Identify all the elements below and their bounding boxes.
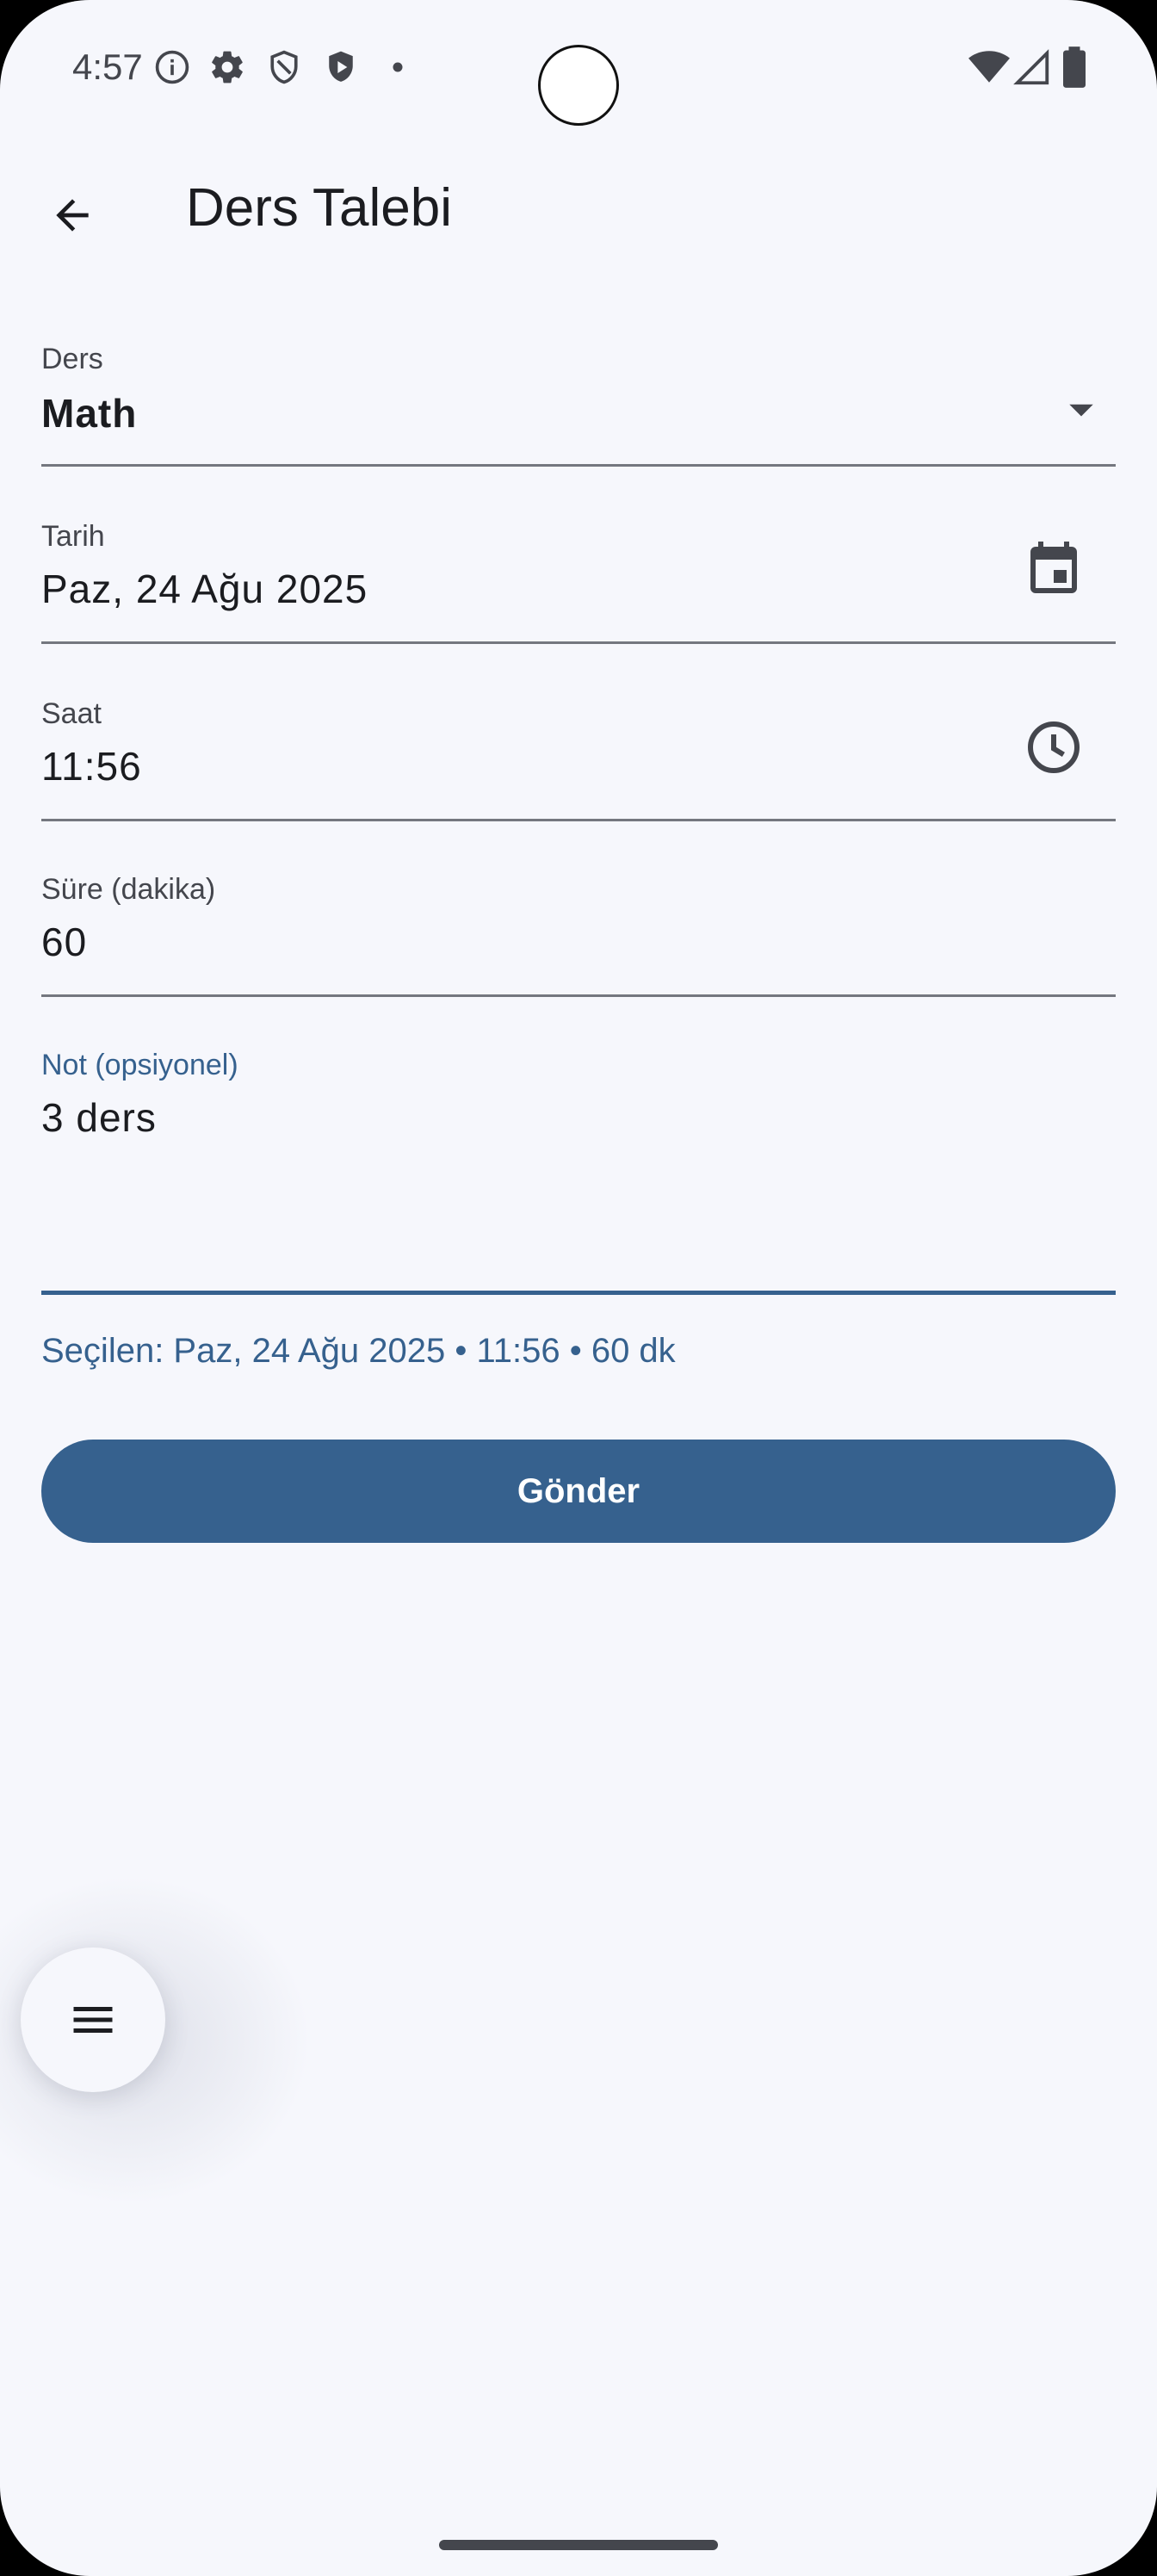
duration-value: 60 [41, 920, 88, 964]
page-title: Ders Talebi [186, 178, 453, 238]
wifi-icon [968, 51, 1010, 83]
course-value: Math [41, 391, 138, 436]
signal-icon [1013, 49, 1049, 85]
play-shield-icon [329, 51, 353, 82]
course-label: Ders [41, 343, 103, 375]
date-label: Tarih [41, 520, 105, 553]
time-label: Saat [41, 697, 102, 730]
course-dropdown[interactable]: Ders Math [41, 327, 1116, 467]
date-value: Paz, 24 Ağu 2025 [41, 567, 368, 611]
camera-cutout [538, 45, 619, 126]
submit-label: Gönder [517, 1471, 640, 1510]
menu-fab[interactable] [21, 1947, 165, 2092]
duration-label: Süre (dakika) [41, 873, 216, 906]
calendar-icon[interactable] [1023, 539, 1085, 601]
time-field[interactable]: Saat 11:56 [41, 682, 1116, 821]
info-icon [155, 50, 189, 84]
menu-icon [73, 2007, 113, 2033]
clock-icon[interactable] [1023, 716, 1085, 778]
back-button[interactable] [31, 174, 114, 257]
dot-icon [393, 62, 403, 72]
note-field[interactable]: Not (opsiyonel) 3 ders [41, 1033, 1116, 1295]
settings-icon [212, 51, 243, 84]
shield-icon [270, 50, 298, 84]
duration-field[interactable]: Süre (dakika) 60 [41, 858, 1116, 997]
status-time: 4:57 [72, 46, 143, 87]
status-bar: 4:57 [0, 0, 1157, 138]
time-value: 11:56 [41, 744, 142, 789]
battery-icon [1063, 46, 1086, 88]
submit-button[interactable]: Gönder [41, 1440, 1116, 1543]
app-bar: Ders Talebi [0, 155, 1157, 262]
selection-summary: Seçilen: Paz, 24 Ağu 2025 • 11:56 • 60 d… [41, 1332, 676, 1370]
arrow-back-icon [56, 199, 89, 232]
home-indicator[interactable] [439, 2540, 718, 2550]
note-label: Not (opsiyonel) [41, 1049, 238, 1081]
note-value: 3 ders [41, 1095, 157, 1140]
phone-screen: 4:57 Ders Talebi Ders Math Tarih Paz, 24… [0, 0, 1157, 2576]
date-field[interactable]: Tarih Paz, 24 Ağu 2025 [41, 505, 1116, 644]
dropdown-arrow-icon [1069, 404, 1093, 417]
